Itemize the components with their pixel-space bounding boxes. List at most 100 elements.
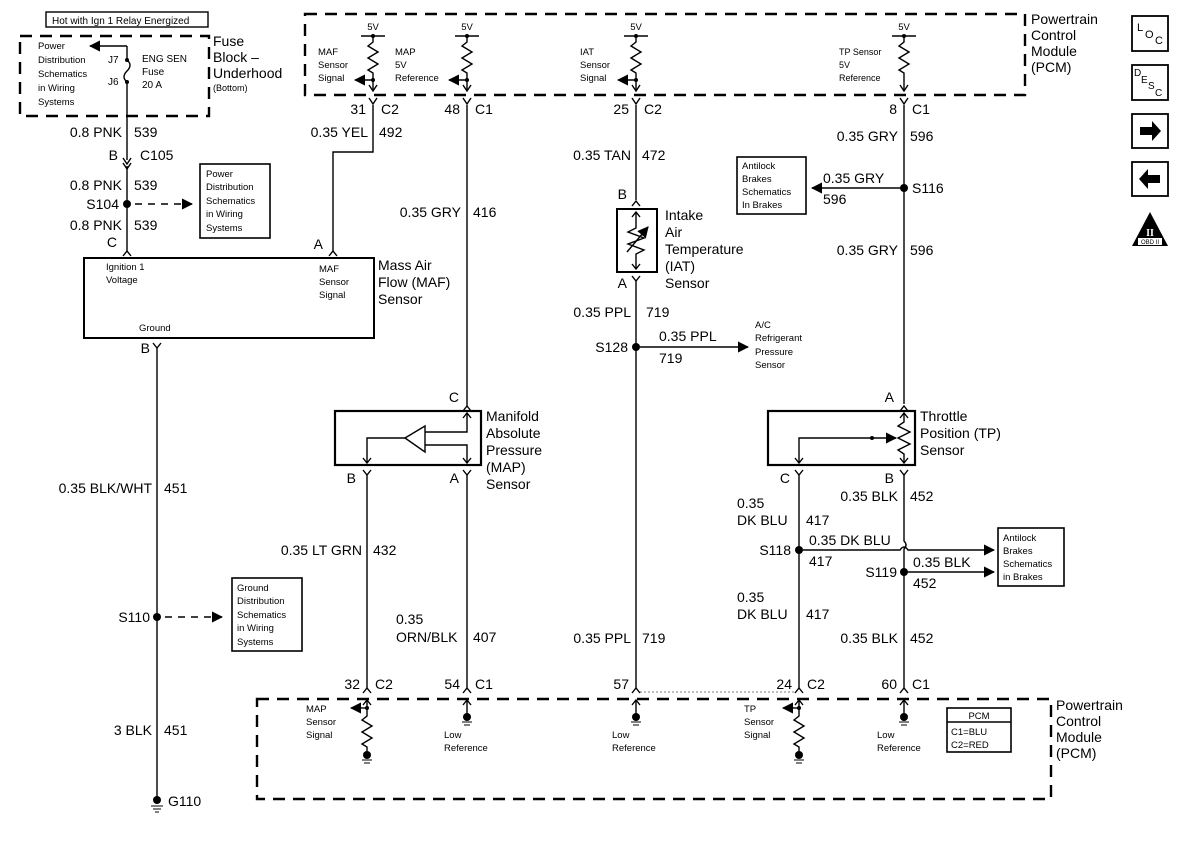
svg-text:Schematics: Schematics bbox=[742, 187, 791, 198]
svg-text:Low: Low bbox=[877, 730, 895, 741]
ground-dist-ref-box[interactable]: Ground Distribution Schematics in Wiring… bbox=[231, 577, 303, 652]
fuse-block: Fuse Block – Underhood (Bottom) Power Di… bbox=[18, 33, 282, 118]
connector-c105: C105 bbox=[140, 147, 174, 163]
svg-text:Sensor: Sensor bbox=[319, 277, 349, 288]
svg-text:0.35: 0.35 bbox=[396, 611, 423, 627]
svg-text:20 A: 20 A bbox=[142, 80, 162, 91]
svg-text:MAF: MAF bbox=[318, 47, 338, 58]
svg-text:Position (TP): Position (TP) bbox=[920, 425, 1001, 441]
svg-text:DK BLU: DK BLU bbox=[737, 512, 788, 528]
pin-number: 31 bbox=[350, 101, 366, 117]
svg-text:451: 451 bbox=[164, 480, 188, 496]
svg-text:A: A bbox=[885, 389, 895, 405]
ground-icon bbox=[632, 713, 640, 721]
connector-id: C2 bbox=[807, 676, 825, 692]
svg-text:Schematics: Schematics bbox=[206, 196, 255, 207]
svg-text:Distribution: Distribution bbox=[38, 55, 86, 66]
svg-text:Reference: Reference bbox=[444, 743, 488, 754]
svg-text:In Brakes: In Brakes bbox=[742, 200, 782, 211]
svg-text:MAF: MAF bbox=[319, 264, 339, 275]
svg-text:DK BLU: DK BLU bbox=[737, 606, 788, 622]
next-arrow-icon[interactable] bbox=[1131, 113, 1169, 149]
svg-text:Control: Control bbox=[1056, 713, 1101, 729]
pcm-bottom-circuit: 57 Low Reference bbox=[612, 676, 656, 754]
pcm-top-circuit: 5V MAF Sensor Signal 31 C2 bbox=[318, 22, 399, 117]
desc-icon[interactable]: D E S C bbox=[1131, 64, 1169, 101]
loc-icon[interactable]: L O C bbox=[1131, 15, 1169, 52]
wire-gauge: 0.8 PNK bbox=[70, 124, 123, 140]
svg-text:0.8 PNK: 0.8 PNK bbox=[70, 177, 123, 193]
svg-text:Intake: Intake bbox=[665, 207, 703, 223]
obd2-icon[interactable]: II OBD II bbox=[1132, 212, 1168, 246]
pcm-bottom: Powertrain Control Module (PCM) PCM C1=B… bbox=[255, 697, 1123, 801]
svg-text:A: A bbox=[618, 275, 628, 291]
splice-s119 bbox=[900, 568, 908, 576]
connector-symbol bbox=[899, 686, 909, 694]
connector-symbol bbox=[362, 686, 372, 694]
svg-text:A: A bbox=[314, 236, 324, 252]
pcm-top-circuits: 5V MAF Sensor Signal 31 C2 5V MAP 5V Reference 48 C… bbox=[318, 22, 930, 117]
pcm-top-circuit: 5V IAT Sensor Signal 25 C2 bbox=[580, 22, 662, 117]
svg-text:Sensor: Sensor bbox=[486, 476, 531, 492]
svg-text:OBD II: OBD II bbox=[1141, 240, 1159, 246]
svg-text:A/C: A/C bbox=[755, 320, 771, 331]
ground-icon bbox=[363, 751, 371, 759]
pin-number: 57 bbox=[613, 676, 629, 692]
nav-icons: L O C D E S C II OBD II bbox=[1131, 15, 1169, 246]
fuse-icon bbox=[123, 59, 131, 83]
svg-text:in Brakes: in Brakes bbox=[1003, 572, 1043, 583]
tp-sensor: 0.35 GRY 596 S116 0.35 GRY 596 Antilock … bbox=[736, 105, 1065, 688]
svg-text:B: B bbox=[109, 147, 118, 163]
svg-text:Absolute: Absolute bbox=[486, 425, 541, 441]
pin-number: 60 bbox=[881, 676, 897, 692]
svg-text:416: 416 bbox=[473, 204, 497, 220]
svg-text:0.35 BLK: 0.35 BLK bbox=[913, 554, 971, 570]
svg-text:Module: Module bbox=[1056, 729, 1102, 745]
svg-text:S: S bbox=[1148, 81, 1155, 92]
connector-id: C2 bbox=[644, 101, 662, 117]
svg-text:0.35 PPL: 0.35 PPL bbox=[573, 630, 631, 646]
svg-text:Manifold: Manifold bbox=[486, 408, 539, 424]
svg-text:Systems: Systems bbox=[206, 223, 243, 234]
svg-text:417: 417 bbox=[809, 553, 833, 569]
prev-arrow-icon[interactable] bbox=[1131, 161, 1169, 197]
svg-text:5V: 5V bbox=[839, 60, 850, 70]
power-dist-ref-box[interactable]: Power Distribution Schematics in Wiring … bbox=[199, 163, 271, 239]
svg-text:J6: J6 bbox=[108, 77, 119, 88]
svg-text:in Wiring: in Wiring bbox=[237, 623, 274, 634]
svg-text:Ground: Ground bbox=[139, 323, 171, 334]
svg-text:ENG SEN: ENG SEN bbox=[142, 54, 187, 65]
fuse-block-title-2: Block – bbox=[213, 49, 259, 65]
svg-text:C: C bbox=[780, 470, 790, 486]
abs-ref-box[interactable]: Antilock Brakes Schematics In Brakes bbox=[736, 156, 807, 215]
svg-text:B: B bbox=[885, 470, 894, 486]
svg-text:B: B bbox=[141, 340, 150, 356]
svg-text:Brakes: Brakes bbox=[1003, 546, 1033, 557]
svg-text:Schematics: Schematics bbox=[38, 69, 87, 80]
pin-number: 48 bbox=[444, 101, 460, 117]
svg-text:in Wiring: in Wiring bbox=[38, 83, 75, 94]
ground-icon bbox=[900, 713, 908, 721]
svg-text:Flow (MAF): Flow (MAF) bbox=[378, 274, 450, 290]
wire-number: 539 bbox=[134, 124, 158, 140]
svg-text:0.35 TAN: 0.35 TAN bbox=[573, 147, 631, 163]
voltage-label: 5V bbox=[367, 22, 379, 33]
svg-text:Hot with Ign 1 Relay Energized: Hot with Ign 1 Relay Energized bbox=[52, 16, 189, 27]
pin-number: 54 bbox=[444, 676, 460, 692]
svg-text:C2=RED: C2=RED bbox=[951, 740, 989, 751]
svg-text:Sensor: Sensor bbox=[755, 360, 785, 371]
connector-id: C1 bbox=[475, 676, 493, 692]
pcm-title: Powertrain bbox=[1031, 11, 1098, 27]
fuse-block-title-1: Fuse bbox=[213, 33, 244, 49]
svg-text:J7: J7 bbox=[108, 55, 119, 66]
pcm-connector-legend: PCM C1=BLU C2=RED bbox=[946, 707, 1012, 753]
svg-text:Schematics: Schematics bbox=[237, 610, 286, 621]
svg-text:0.8 PNK: 0.8 PNK bbox=[70, 217, 123, 233]
svg-text:O: O bbox=[1145, 29, 1154, 41]
pin-number: 24 bbox=[776, 676, 792, 692]
svg-text:Pressure: Pressure bbox=[755, 347, 793, 358]
abs-ref-box-2[interactable]: Antilock Brakes Schematics in Brakes bbox=[997, 527, 1065, 587]
svg-text:C: C bbox=[449, 389, 459, 405]
svg-text:0.35 YEL: 0.35 YEL bbox=[311, 124, 369, 140]
svg-text:A: A bbox=[450, 470, 460, 486]
